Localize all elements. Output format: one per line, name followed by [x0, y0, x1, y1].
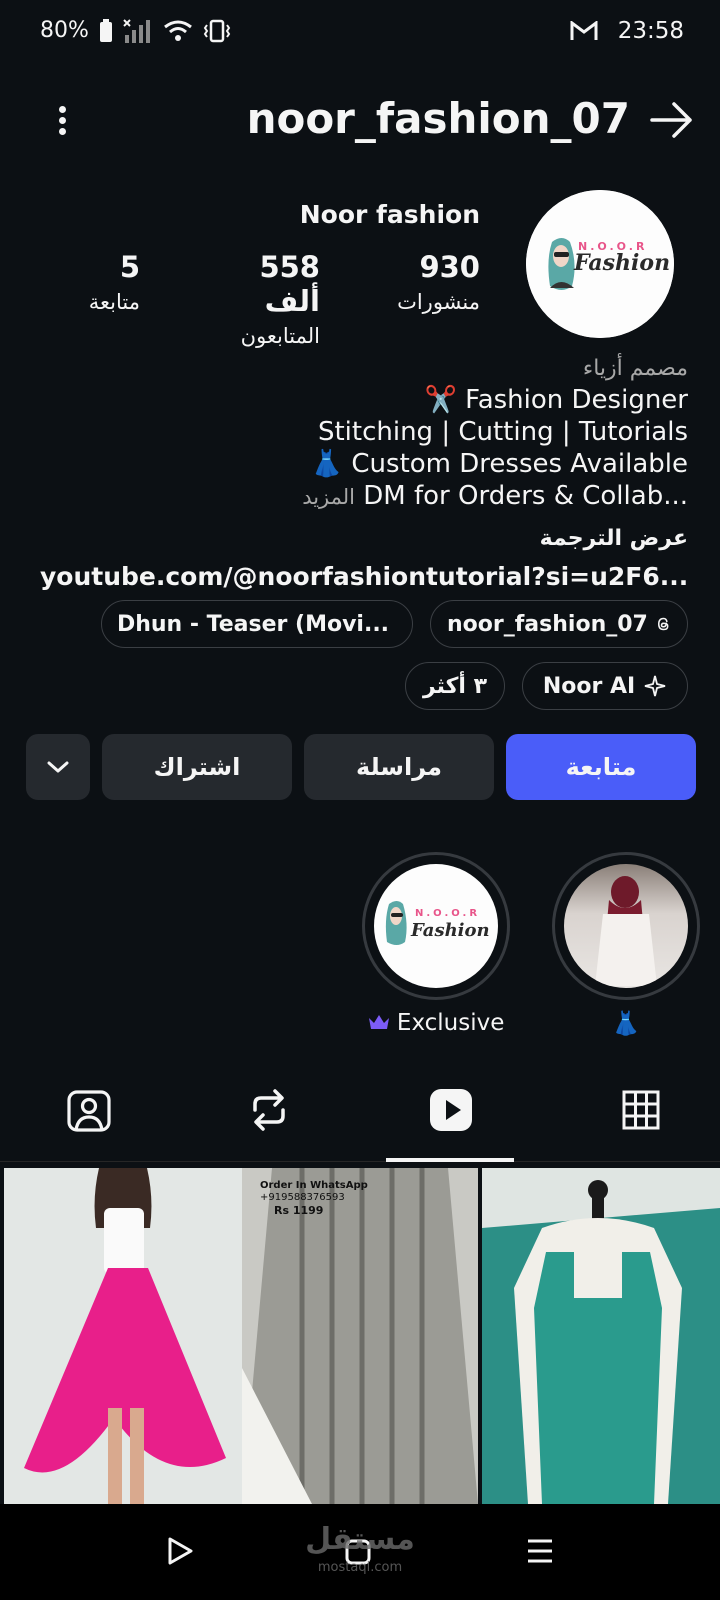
page-title: noor_fashion_07 — [246, 94, 630, 143]
play-nav-icon[interactable] — [166, 1536, 194, 1566]
tab-tagged[interactable] — [26, 1058, 152, 1162]
menu-nav-icon[interactable] — [526, 1538, 554, 1564]
highlight-ring — [552, 852, 700, 1000]
category-label: مصمم أزياء — [582, 356, 688, 381]
threads-username: noor_fashion_07 — [447, 611, 648, 637]
battery-icon — [99, 18, 112, 42]
subscribe-button[interactable]: اشتراك — [102, 734, 292, 800]
tab-reels[interactable] — [388, 1058, 514, 1162]
more-options-icon[interactable] — [48, 96, 78, 144]
repost-icon — [253, 1089, 285, 1131]
clock: 23:58 — [617, 18, 684, 44]
watermark-bottom: mostaql.com — [317, 1560, 403, 1575]
gmail-icon — [570, 21, 598, 40]
followers-label: المتابعون — [240, 324, 320, 348]
content-tabs — [0, 1058, 720, 1162]
highlight-label: Exclusive — [396, 1010, 505, 1036]
highlight-cover-image: N.O.O.R Fashion — [374, 864, 498, 988]
following-label: متابعة — [88, 290, 140, 314]
ai-chip-label: Noor AI — [542, 673, 636, 699]
reel-image — [482, 1168, 720, 1504]
profile-header: noor_fashion_07 — [0, 84, 720, 156]
sparkle-icon — [644, 675, 666, 697]
profile-link-text: youtube.com/@noorfashiontutorial?si=u2F6… — [40, 562, 689, 591]
reel-overlay-text: Rs 1199 — [274, 1204, 324, 1217]
avatar-text-bottom: Fashion — [574, 250, 671, 276]
battery-percent: 80% — [40, 18, 89, 43]
followers-stat[interactable]: 558 ألف المتابعون — [200, 250, 320, 348]
signal-icon — [123, 18, 150, 43]
profile-link[interactable]: youtube.com/@noorfashiontutorial?si=u2F6… — [40, 562, 690, 591]
vibrate-icon — [203, 19, 231, 42]
status-bar: 80% 23:58 — [0, 0, 720, 64]
avatar[interactable]: N.O.O.R Fashion — [526, 190, 674, 338]
wifi-icon — [163, 20, 192, 41]
reel-image — [4, 1168, 242, 1504]
tagged-icon — [67, 1090, 111, 1132]
posts-stat: 930 منشورات — [380, 250, 480, 314]
svg-text:Fashion: Fashion — [410, 920, 490, 941]
dress-photo — [595, 876, 657, 986]
tab-reposts[interactable] — [206, 1058, 332, 1162]
posts-count: 930 — [419, 250, 480, 284]
followers-count: 558 ألف — [259, 250, 320, 318]
reel-overlay-text: Order In WhatsApp — [260, 1180, 368, 1191]
follow-button[interactable]: متابعة — [506, 734, 696, 800]
crown-icon — [368, 1015, 389, 1029]
highlight-label-row: Exclusive — [362, 1010, 510, 1036]
more-links-label: ٣ أكثر — [422, 673, 488, 699]
bio-line: DM for Orders & Collab... — [363, 481, 688, 511]
active-tab-indicator — [386, 1158, 514, 1162]
music-title: Dhun - Teaser (Movi... — [116, 611, 390, 637]
highlight-ring: N.O.O.R Fashion — [362, 852, 510, 1000]
reel-image — [242, 1168, 478, 1504]
reel-thumbnail[interactable] — [4, 1168, 242, 1504]
bio-more-link[interactable]: المزيد — [302, 485, 355, 509]
highlight-exclusive[interactable]: N.O.O.R Fashion Exclusive — [362, 852, 510, 1036]
threads-chip[interactable]: noor_fashion_07 — [430, 600, 688, 648]
reel-thumbnail[interactable] — [482, 1168, 720, 1504]
reel-thumbnail[interactable]: Order In WhatsApp +919588376593 Rs 1199 — [242, 1168, 478, 1504]
reel-overlay-text: +919588376593 — [260, 1192, 345, 1203]
chevron-down-icon — [47, 761, 69, 773]
highlight-logo: N.O.O.R Fashion — [385, 901, 490, 945]
following-stat[interactable]: 5 متابعة — [60, 250, 140, 314]
tab-grid[interactable] — [578, 1058, 704, 1162]
following-count: 5 — [119, 250, 140, 284]
watermark-top: مستقل — [305, 1522, 415, 1557]
message-button[interactable]: مراسلة — [304, 734, 494, 800]
bio-line: ✂️ Fashion Designer — [424, 385, 689, 415]
bio-line: Stitching | Cutting | Tutorials — [317, 417, 688, 447]
bio-line-last: المزيد DM for Orders & Collab... — [280, 480, 688, 513]
highlight-cover-image — [564, 864, 688, 988]
music-chip[interactable]: Dhun - Teaser (Movi... — [101, 600, 413, 648]
highlight-label: 👗 — [611, 1011, 641, 1037]
grid-icon — [622, 1090, 660, 1130]
highlight-dress[interactable]: 👗 — [552, 852, 700, 1037]
posts-label: منشورات — [397, 290, 480, 314]
suggested-dropdown-button[interactable] — [26, 734, 90, 800]
back-arrow-icon[interactable] — [648, 100, 696, 140]
threads-icon — [657, 617, 669, 631]
bio-line: 👗 Custom Dresses Available — [310, 449, 688, 479]
watermark: مستقل mostaql.com — [300, 1525, 420, 1582]
see-translation-link[interactable]: عرض الترجمة — [300, 526, 688, 551]
display-name: Noor fashion — [299, 200, 480, 229]
ai-chip[interactable]: Noor AI — [522, 662, 688, 710]
status-right: 23:58 — [570, 18, 684, 44]
status-left: 80% — [40, 18, 231, 43]
svg-text:N.O.O.R: N.O.O.R — [415, 908, 480, 919]
more-links-chip[interactable]: ٣ أكثر — [405, 662, 505, 710]
reels-icon — [430, 1089, 472, 1131]
